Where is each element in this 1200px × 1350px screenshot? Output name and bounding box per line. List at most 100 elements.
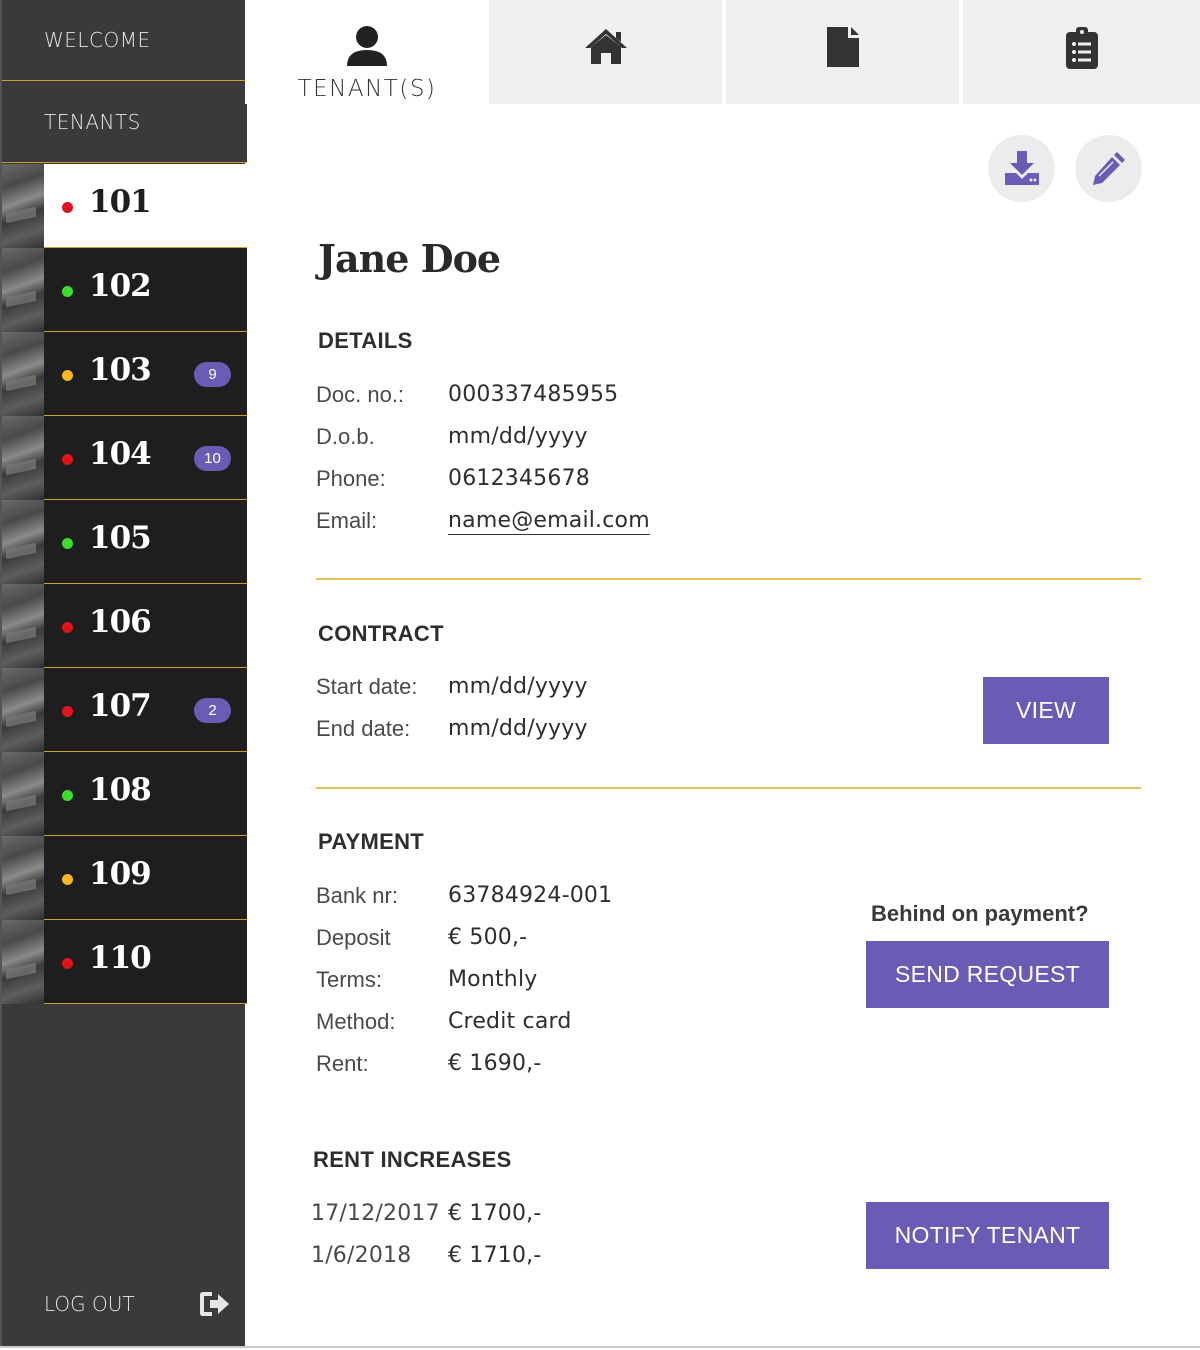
- document-icon: [826, 27, 859, 67]
- sidebar-item-welcome[interactable]: WELCOME: [2, 0, 247, 81]
- sidebar-tenants-label: TENANTS: [44, 110, 141, 134]
- sidebar-welcome-label: WELCOME: [44, 28, 151, 52]
- edit-button[interactable]: [1075, 135, 1142, 202]
- pencil-icon: [1093, 152, 1125, 185]
- send-request-button[interactable]: SEND REQUEST: [866, 941, 1109, 1008]
- dob-label: D.o.b.: [316, 424, 375, 449]
- unit-number: 105: [89, 520, 152, 556]
- status-dot: [62, 538, 73, 549]
- view-contract-button[interactable]: VIEW: [983, 677, 1109, 744]
- unit-body: 103 9: [44, 332, 247, 416]
- method-value: Credit card: [448, 1009, 572, 1034]
- sidebar-item-tenants[interactable]: TENANTS: [2, 82, 247, 163]
- notification-badge: 10: [194, 446, 231, 471]
- logout-button[interactable]: LOG OUT: [2, 1270, 247, 1340]
- payment-title: PAYMENT: [318, 829, 425, 854]
- start-date-value: mm/dd/yyyy: [448, 674, 588, 699]
- deposit-value: € 500,-: [448, 925, 528, 950]
- method-label: Method:: [316, 1009, 396, 1034]
- tab-tenants-label: TENANT(S): [297, 76, 437, 102]
- unit-body: 105: [44, 500, 247, 584]
- unit-thumbnail: [2, 332, 44, 416]
- terms-value: Monthly: [448, 967, 538, 992]
- start-date-label: Start date:: [316, 674, 418, 699]
- clipboard-list-icon: [1065, 27, 1098, 69]
- unit-number: 104: [89, 436, 152, 472]
- unit-number: 106: [89, 604, 152, 640]
- email-link[interactable]: name@email.com: [448, 508, 650, 535]
- notify-tenant-button[interactable]: NOTIFY TENANT: [866, 1202, 1109, 1269]
- unit-item[interactable]: 101: [2, 164, 247, 248]
- status-dot: [62, 706, 73, 717]
- increase-amount: € 1700,-: [448, 1201, 542, 1226]
- bottom-border: [0, 1346, 1200, 1348]
- phone-value: 0612345678: [448, 466, 590, 491]
- unit-number: 109: [89, 856, 152, 892]
- unit-thumbnail: [2, 752, 44, 836]
- status-dot: [62, 958, 73, 969]
- notification-badge: 9: [194, 362, 231, 387]
- unit-body: 102: [44, 248, 247, 332]
- increase-date: 17/12/2017: [311, 1201, 440, 1226]
- status-dot: [62, 454, 73, 465]
- unit-body: 110: [44, 920, 247, 1004]
- section-divider: [316, 578, 1141, 580]
- status-dot: [62, 622, 73, 633]
- unit-thumbnail: [2, 920, 44, 1004]
- contract-title: CONTRACT: [318, 621, 444, 646]
- status-dot: [62, 370, 73, 381]
- tab-property[interactable]: [489, 0, 722, 104]
- unit-thumbnail: [2, 500, 44, 584]
- unit-item[interactable]: 109: [2, 836, 247, 920]
- unit-item[interactable]: 107 2: [2, 668, 247, 752]
- user-icon: [347, 26, 387, 66]
- section-divider: [316, 787, 1141, 789]
- rent-value: € 1690,-: [448, 1051, 542, 1076]
- unit-number: 108: [89, 772, 152, 808]
- download-button[interactable]: [988, 135, 1055, 202]
- dob-value: mm/dd/yyyy: [448, 424, 588, 449]
- sidebar: WELCOME TENANTS 101 102 103 9 104 10 105 106 107…: [0, 0, 247, 1348]
- increase-amount: € 1710,-: [448, 1243, 542, 1268]
- status-dot: [62, 286, 73, 297]
- unit-number: 102: [89, 268, 152, 304]
- tab-tenants[interactable]: TENANT(S): [245, 0, 489, 104]
- bank-label: Bank nr:: [316, 883, 398, 908]
- deposit-label: Deposit: [316, 925, 391, 950]
- unit-thumbnail: [2, 668, 44, 752]
- email-label: Email:: [316, 508, 378, 533]
- unit-item[interactable]: 110: [2, 920, 247, 1004]
- unit-body: 101: [44, 164, 247, 248]
- unit-body: 104 10: [44, 416, 247, 500]
- logout-label: LOG OUT: [44, 1292, 135, 1316]
- unit-item[interactable]: 105: [2, 500, 247, 584]
- notification-badge: 2: [194, 698, 231, 723]
- unit-thumbnail: [2, 248, 44, 332]
- end-date-value: mm/dd/yyyy: [448, 716, 588, 741]
- unit-number: 103: [89, 352, 152, 388]
- unit-item[interactable]: 102: [2, 248, 247, 332]
- sign-out-icon: [200, 1292, 229, 1316]
- unit-item[interactable]: 104 10: [2, 416, 247, 500]
- unit-body: 107 2: [44, 668, 247, 752]
- tab-tasks[interactable]: [963, 0, 1200, 104]
- tenant-name: Jane Doe: [318, 236, 501, 281]
- bank-value: 63784924-001: [448, 883, 613, 908]
- unit-body: 109: [44, 836, 247, 920]
- doc-value: 000337485955: [448, 382, 619, 407]
- status-dot: [62, 202, 73, 213]
- unit-number: 101: [89, 184, 152, 220]
- unit-number: 110: [89, 940, 152, 976]
- unit-item[interactable]: 103 9: [2, 332, 247, 416]
- tab-documents[interactable]: [726, 0, 959, 104]
- unit-item[interactable]: 106: [2, 584, 247, 668]
- rent-label: Rent:: [316, 1051, 369, 1076]
- status-dot: [62, 874, 73, 885]
- rent-increases-title: RENT INCREASES: [313, 1147, 512, 1172]
- doc-label: Doc. no.:: [316, 382, 405, 407]
- unit-body: 106: [44, 584, 247, 668]
- unit-item[interactable]: 108: [2, 752, 247, 836]
- end-date-label: End date:: [316, 716, 411, 741]
- terms-label: Terms:: [316, 967, 382, 992]
- home-icon: [584, 29, 627, 64]
